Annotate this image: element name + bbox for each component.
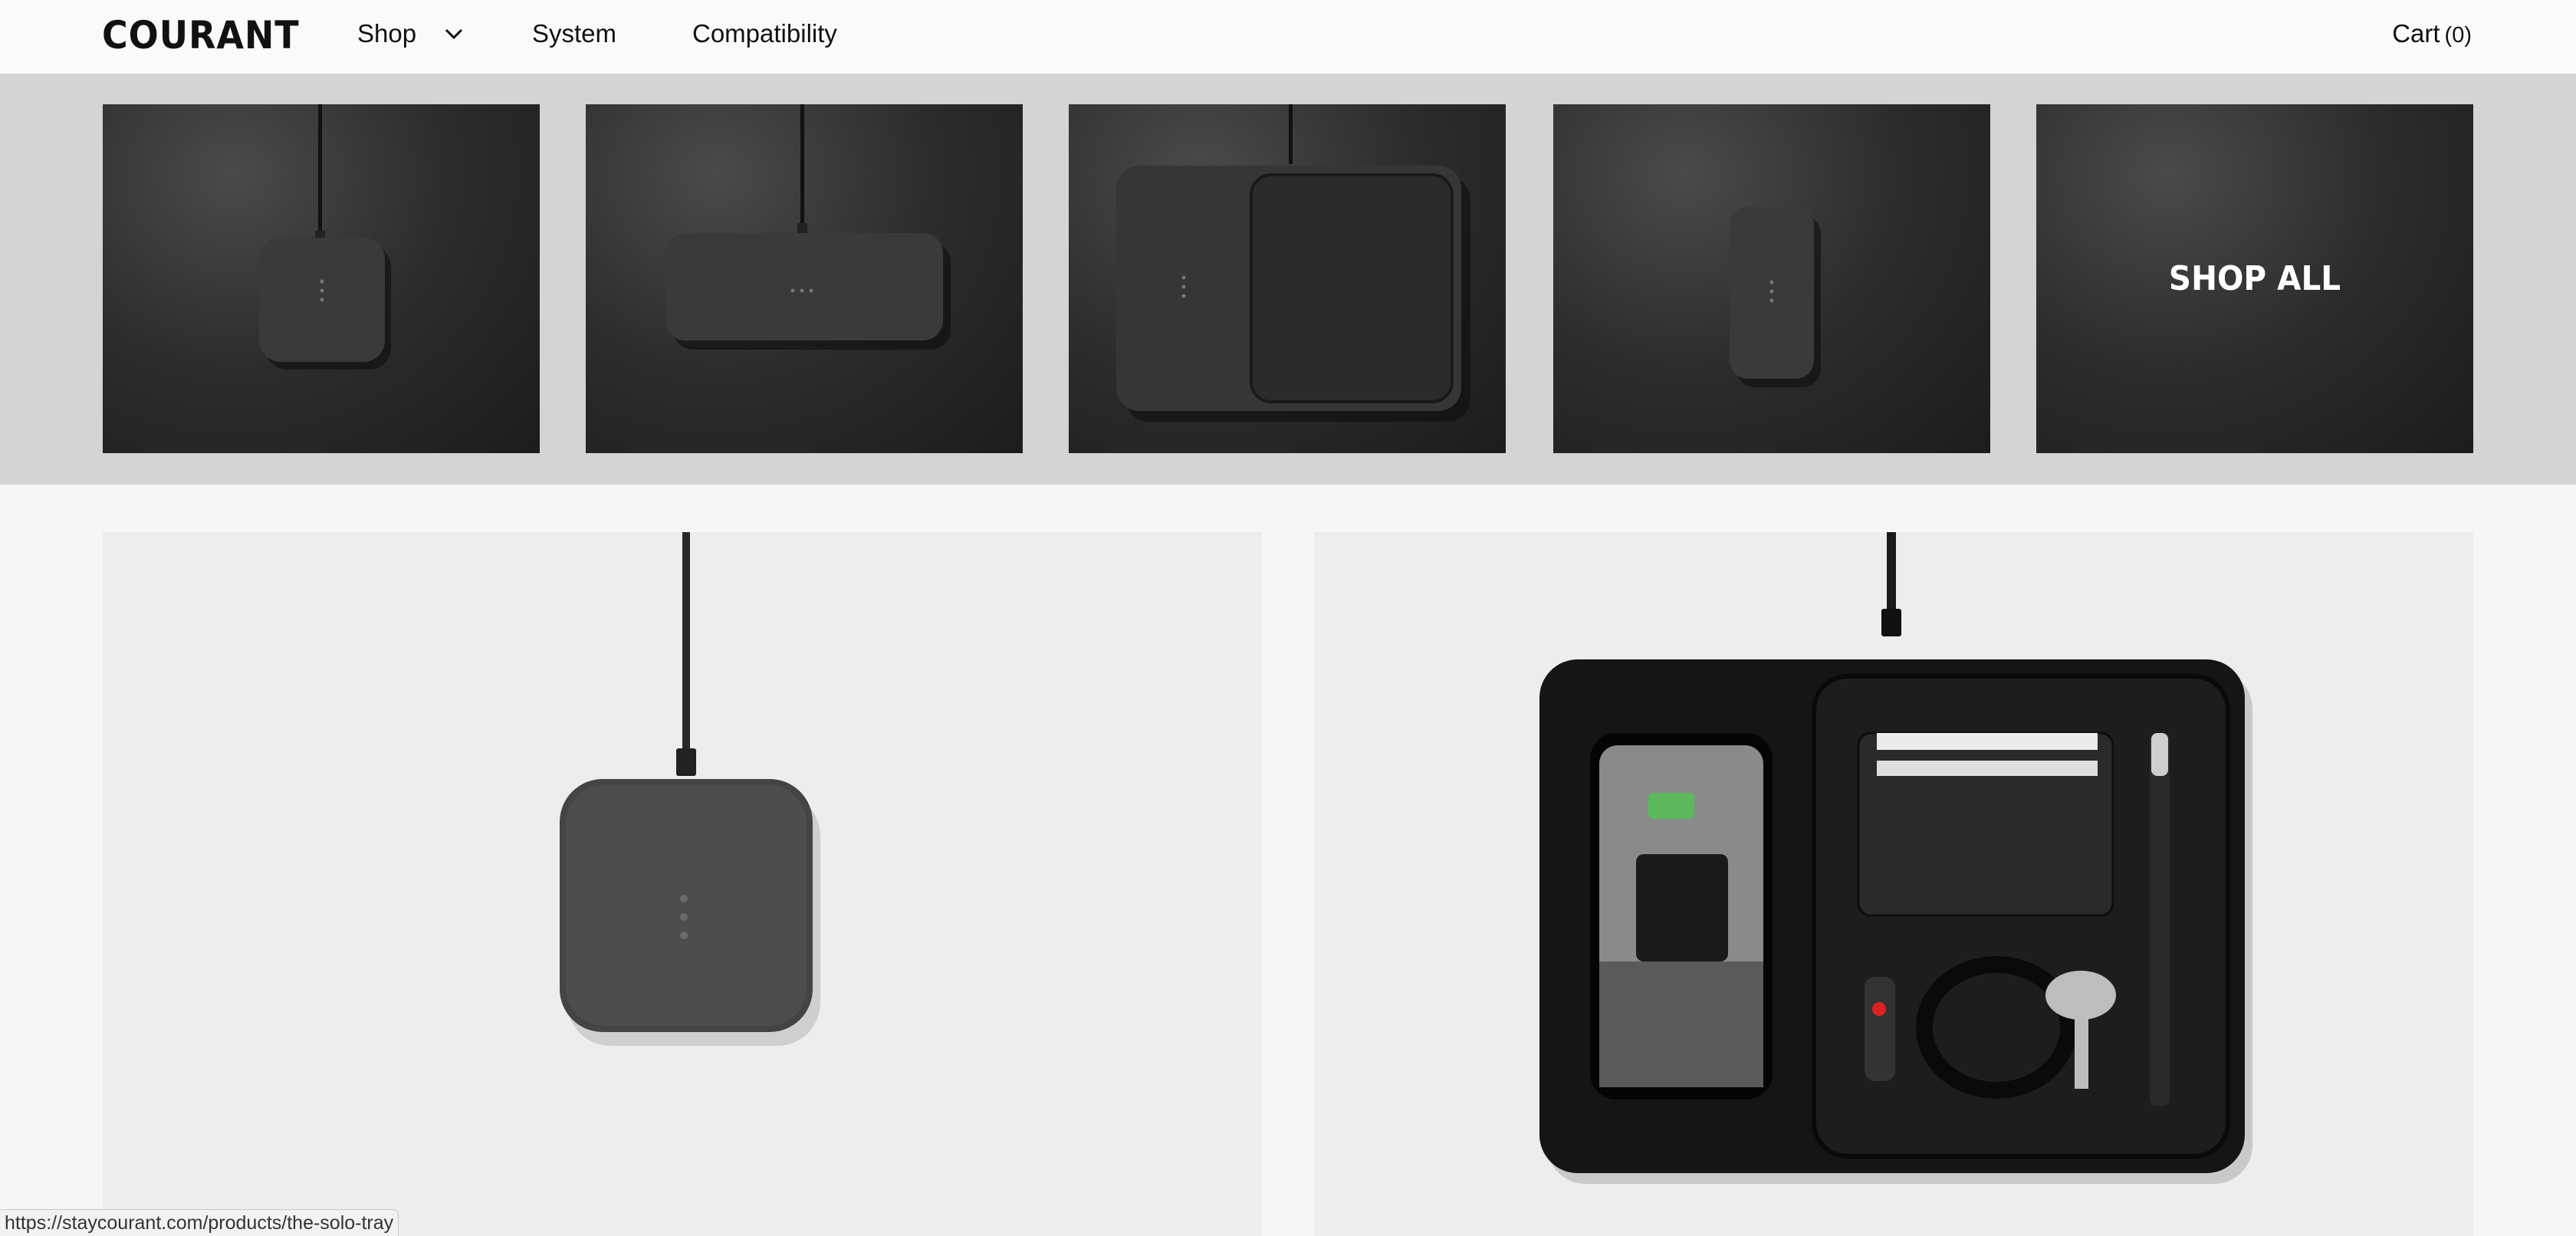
catch-1-product-image (259, 104, 391, 370)
mega-tile-catch-2[interactable] (586, 104, 1023, 453)
catch-2-product-image (665, 104, 951, 350)
product-card-catch-1[interactable] (103, 532, 1262, 1236)
mega-tile-shop-all[interactable]: SHOP ALL (2036, 104, 2473, 453)
shop-mega-menu: SHOP ALL (0, 74, 2576, 485)
link-preview-status-bar: https://staycourant.com/products/the-sol… (0, 1209, 399, 1236)
mega-tile-catch-mini[interactable] (1553, 104, 1990, 453)
nav-compatibility[interactable]: Compatibility (692, 18, 837, 49)
cart-link[interactable]: Cart (0) (2392, 18, 2472, 51)
brand-logo[interactable]: COURANT (102, 14, 300, 57)
chevron-down-icon (445, 28, 463, 40)
nav-shop[interactable]: Shop (357, 18, 464, 49)
nav-shop-label: Shop (357, 19, 417, 48)
catch-1-large-image (560, 532, 820, 1046)
mega-tile-catch-1[interactable] (103, 104, 540, 453)
cart-label: Cart (2392, 19, 2440, 48)
cart-count: (0) (2444, 23, 2472, 48)
product-card-catch-3[interactable] (1314, 532, 2473, 1236)
catch-mini-product-image (1730, 207, 1821, 387)
nav-system[interactable]: System (532, 18, 616, 49)
catch-3-product-image (1116, 104, 1470, 422)
site-header: COURANT Shop System Compatibility Cart (0… (0, 0, 2576, 74)
catch-3-large-image (1539, 532, 2252, 1184)
shop-all-label: SHOP ALL (2168, 259, 2341, 298)
mega-tile-catch-3[interactable] (1069, 104, 1506, 453)
